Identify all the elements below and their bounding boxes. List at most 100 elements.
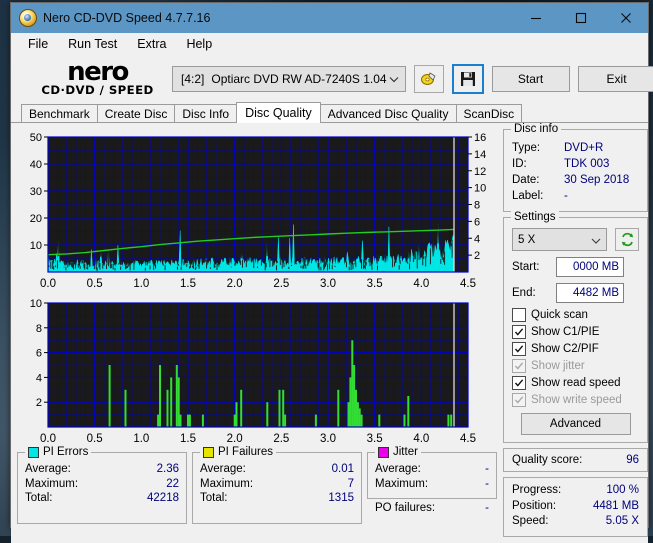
svg-text:6: 6 (36, 348, 42, 360)
disc-info-label-key: Label: (512, 188, 564, 204)
disc-info-date-value: 30 Sep 2018 (564, 172, 629, 188)
drive-name: Optiarc DVD RW AD-7240S 1.04 (211, 72, 386, 86)
checkbox-show-c2-pif[interactable]: Show C2/PIF (512, 342, 639, 356)
jitter-maximum-row: Maximum: - (375, 477, 489, 492)
checkbox-show-read-speed[interactable]: Show read speed (512, 376, 639, 390)
speed-select[interactable]: 5 X (512, 228, 607, 251)
checkbox-label: Quick scan (531, 309, 588, 321)
pi-errors-total-value: 42218 (147, 491, 179, 506)
pi-failures-maximum-row: Maximum: 7 (200, 477, 354, 492)
tab-content-disc-quality: 10203040502468101214160.00.51.01.52.02.5… (11, 122, 648, 543)
pie-chart: 10203040502468101214160.00.51.01.52.02.5… (17, 129, 497, 294)
jitter-legend-label: Jitter (393, 446, 418, 458)
tab-advanced-disc-quality[interactable]: Advanced Disc Quality (320, 104, 457, 123)
checkbox-box (512, 359, 526, 373)
start-input[interactable]: 0000 MB (556, 257, 624, 277)
svg-text:4.0: 4.0 (413, 433, 429, 445)
svg-text:30: 30 (30, 186, 42, 198)
po-failures-key: PO failures: (375, 501, 435, 515)
progress-key: Progress: (512, 483, 561, 499)
pi-failures-total-value: 1315 (328, 491, 354, 506)
svg-text:2.0: 2.0 (227, 278, 243, 290)
tab-bar: Benchmark Create Disc Disc Info Disc Qua… (11, 103, 648, 123)
svg-text:6: 6 (474, 216, 480, 228)
tab-scandisc[interactable]: ScanDisc (456, 104, 523, 123)
close-icon[interactable] (603, 3, 648, 33)
tab-create-disc[interactable]: Create Disc (97, 104, 176, 123)
svg-text:16: 16 (474, 132, 486, 144)
end-row: End: 4482 MB (512, 283, 639, 303)
exit-button[interactable]: Exit (578, 66, 653, 92)
pi-errors-color-swatch (28, 447, 39, 458)
start-button[interactable]: Start (492, 66, 570, 92)
pi-failures-group: PI Failures Average: 0.01 Maximum: 7 Tot… (192, 452, 362, 524)
quality-score-label: Quality score: (512, 454, 582, 466)
menu-bar: File Run Test Extra Help (11, 33, 648, 55)
pi-failures-total-row: Total: 1315 (200, 491, 354, 506)
tab-benchmark[interactable]: Benchmark (21, 104, 98, 123)
disc-info-id-row: ID: TDK 003 (512, 156, 639, 172)
pi-errors-legend-label: PI Errors (43, 446, 88, 458)
svg-text:2: 2 (474, 250, 480, 262)
checkbox-box (512, 308, 526, 322)
pi-failures-average-row: Average: 0.01 (200, 462, 354, 477)
checkbox-box (512, 393, 526, 407)
position-value: 4481 MB (593, 499, 639, 515)
tab-disc-quality[interactable]: Disc Quality (236, 102, 321, 123)
eject-disc-icon[interactable] (414, 65, 444, 93)
logo-line-2: CD·DVD ∕ SPEED (30, 85, 166, 97)
pi-errors-average-value: 2.36 (157, 462, 179, 477)
window-controls (513, 3, 648, 33)
application-window: Nero CD-DVD Speed 4.7.7.16 File Run Test… (10, 2, 649, 528)
menu-item-extra[interactable]: Extra (128, 35, 175, 53)
checkbox-show-write-speed: Show write speed (512, 393, 639, 407)
checkbox-show-c1-pie[interactable]: Show C1/PIE (512, 325, 639, 339)
drive-select[interactable]: [4:2] Optiarc DVD RW AD-7240S 1.04 (172, 66, 406, 92)
jitter-group: Jitter Average: - Maximum: - (367, 452, 497, 499)
disc-info-date-row: Date: 30 Sep 2018 (512, 172, 639, 188)
svg-text:1.0: 1.0 (133, 433, 149, 445)
maximize-icon[interactable] (558, 3, 603, 33)
menu-item-run-test[interactable]: Run Test (59, 35, 126, 53)
title-bar: Nero CD-DVD Speed 4.7.7.16 (11, 3, 648, 33)
position-row: Position: 4481 MB (512, 499, 639, 515)
svg-text:4: 4 (36, 372, 42, 384)
jitter-average-row: Average: - (375, 462, 489, 477)
pi-failures-average-key: Average: (200, 462, 246, 477)
end-input[interactable]: 4482 MB (556, 283, 624, 303)
quality-score-panel: Quality score: 96 (503, 448, 648, 472)
svg-text:2: 2 (36, 397, 42, 409)
svg-text:12: 12 (474, 166, 486, 178)
speed-key: Speed: (512, 514, 548, 530)
pi-failures-legend-label: PI Failures (218, 446, 273, 458)
statistics-row: PI Errors Average: 2.36 Maximum: 22 Tota… (17, 452, 497, 524)
disc-info-id-value: TDK 003 (564, 156, 609, 172)
pi-errors-maximum-key: Maximum: (25, 477, 78, 492)
floppy-save-icon[interactable] (452, 64, 484, 94)
svg-text:1.5: 1.5 (180, 433, 196, 445)
minimize-icon[interactable] (513, 3, 558, 33)
pi-failures-maximum-value: 7 (348, 477, 354, 492)
end-label: End: (512, 287, 550, 299)
pi-failures-average-value: 0.01 (332, 462, 354, 477)
pi-errors-group: PI Errors Average: 2.36 Maximum: 22 Tota… (17, 452, 187, 524)
refresh-speed-icon[interactable] (615, 228, 639, 251)
menu-item-file[interactable]: File (19, 35, 57, 53)
drive-address: [4:2] (181, 72, 204, 86)
disc-info-type-key: Type: (512, 140, 564, 156)
chevron-down-icon (591, 235, 601, 247)
jitter-legend: Jitter (375, 446, 421, 458)
pi-errors-total-key: Total: (25, 491, 53, 506)
speed-select-value: 5 X (518, 234, 535, 246)
svg-text:3.0: 3.0 (320, 278, 336, 290)
nero-disc-icon (19, 9, 37, 27)
tab-disc-info[interactable]: Disc Info (174, 104, 237, 123)
svg-text:0.0: 0.0 (40, 278, 56, 290)
checkbox-quick-scan[interactable]: Quick scan (512, 308, 639, 322)
disc-info-date-key: Date: (512, 172, 564, 188)
pi-failures-color-swatch (203, 447, 214, 458)
position-key: Position: (512, 499, 556, 515)
disc-info-legend: Disc info (511, 123, 561, 135)
advanced-button[interactable]: Advanced (521, 413, 631, 435)
menu-item-help[interactable]: Help (177, 35, 221, 53)
